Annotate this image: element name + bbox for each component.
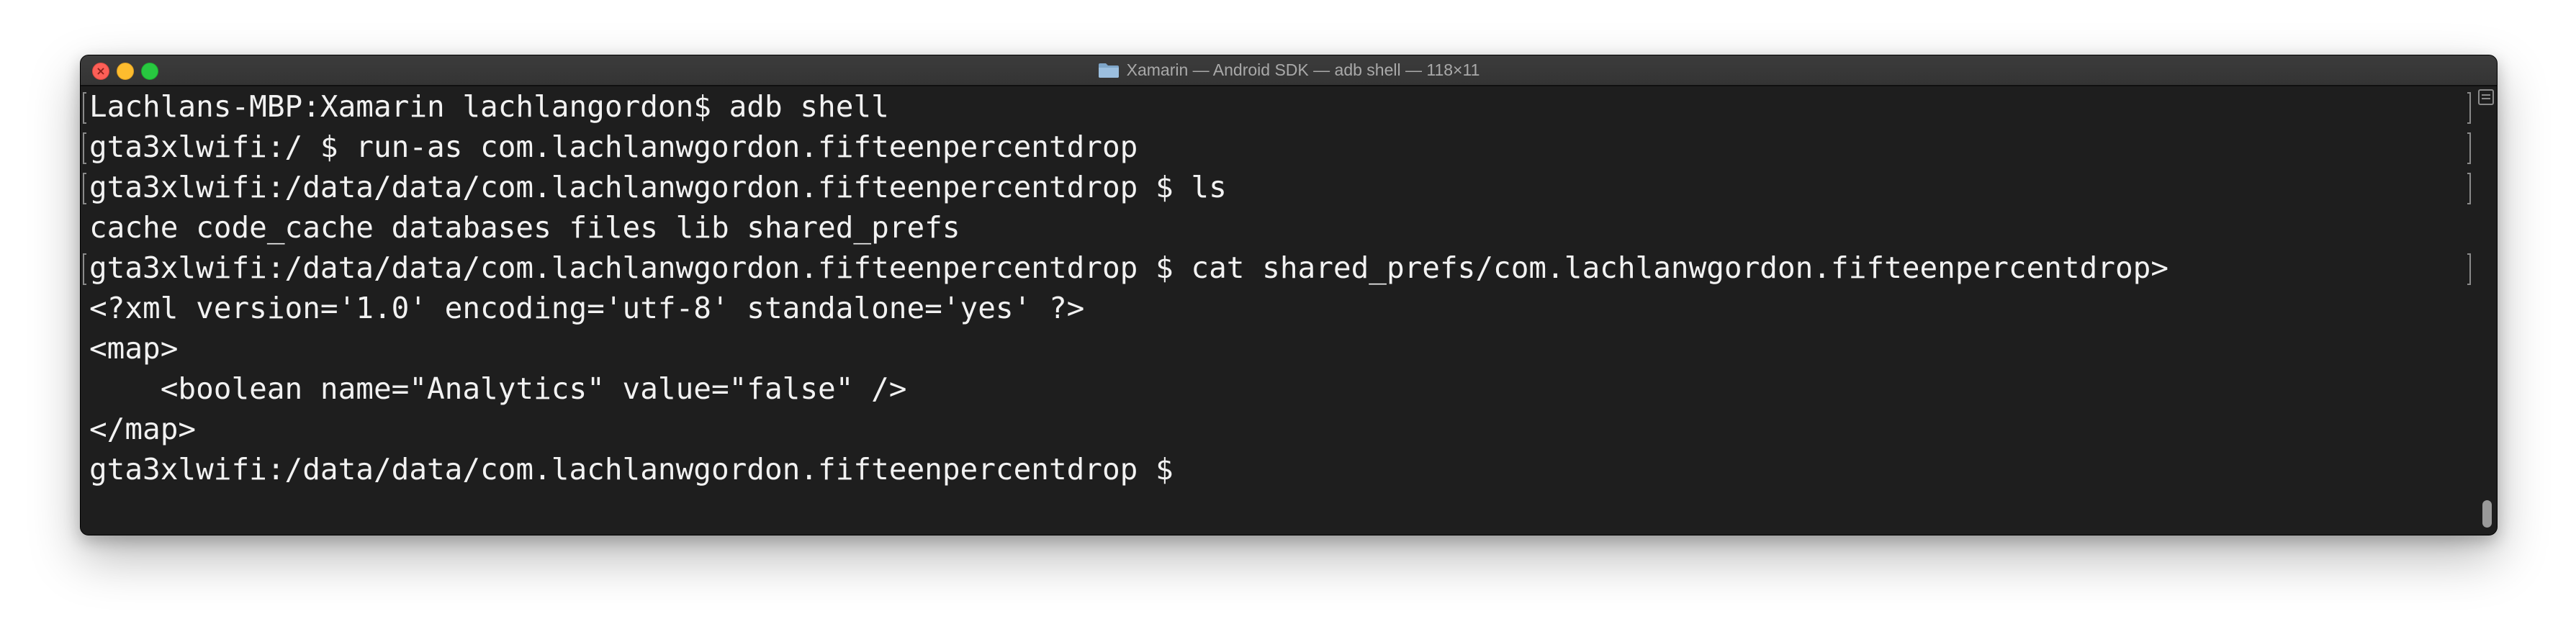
terminal-line: <?xml version='1.0' encoding='utf-8' sta… [89, 291, 1085, 325]
folder-icon [1098, 63, 1119, 78]
mark-bracket-left [83, 173, 86, 204]
terminal-line: <map> [89, 331, 179, 366]
terminal-prompt-line[interactable]: gta3xlwifi:/data/data/com.lachlanwgordon… [89, 449, 1174, 489]
terminal-line: gta3xlwifi:/data/data/com.lachlanwgordon… [89, 250, 2169, 285]
mark-bracket-left [83, 92, 86, 124]
mark-bracket-left [83, 132, 86, 164]
title-bar[interactable]: × Xamarin — Android SDK — adb shell — 11… [81, 55, 2497, 86]
title-wrap: Xamarin — Android SDK — adb shell — 118×… [81, 55, 2497, 85]
terminal-line: <boolean name="Analytics" value="false" … [89, 371, 907, 406]
mark-bracket-left [83, 253, 86, 285]
terminal-line: gta3xlwifi:/ $ run-as com.lachlanwgordon… [89, 130, 1138, 164]
mark-bracket-right [2467, 253, 2471, 285]
vertical-scrollbar[interactable] [2482, 500, 2492, 528]
terminal-line: gta3xlwifi:/data/data/com.lachlanwgordon… [89, 170, 1227, 204]
mark-bracket-right [2467, 173, 2471, 204]
window-title: Xamarin — Android SDK — adb shell — 118×… [1126, 60, 1480, 79]
terminal-output[interactable]: Lachlans-MBP:Xamarin lachlangordon$ adb … [81, 86, 2497, 535]
terminal-window: × Xamarin — Android SDK — adb shell — 11… [80, 55, 2498, 535]
terminal-line: Lachlans-MBP:Xamarin lachlangordon$ adb … [89, 89, 889, 124]
mark-bracket-right [2467, 132, 2471, 164]
terminal-line: </map> [89, 412, 197, 446]
scroll-marks-icon[interactable] [2478, 89, 2494, 105]
terminal-line: cache code_cache databases files lib sha… [89, 210, 960, 245]
mark-bracket-right [2467, 92, 2471, 124]
